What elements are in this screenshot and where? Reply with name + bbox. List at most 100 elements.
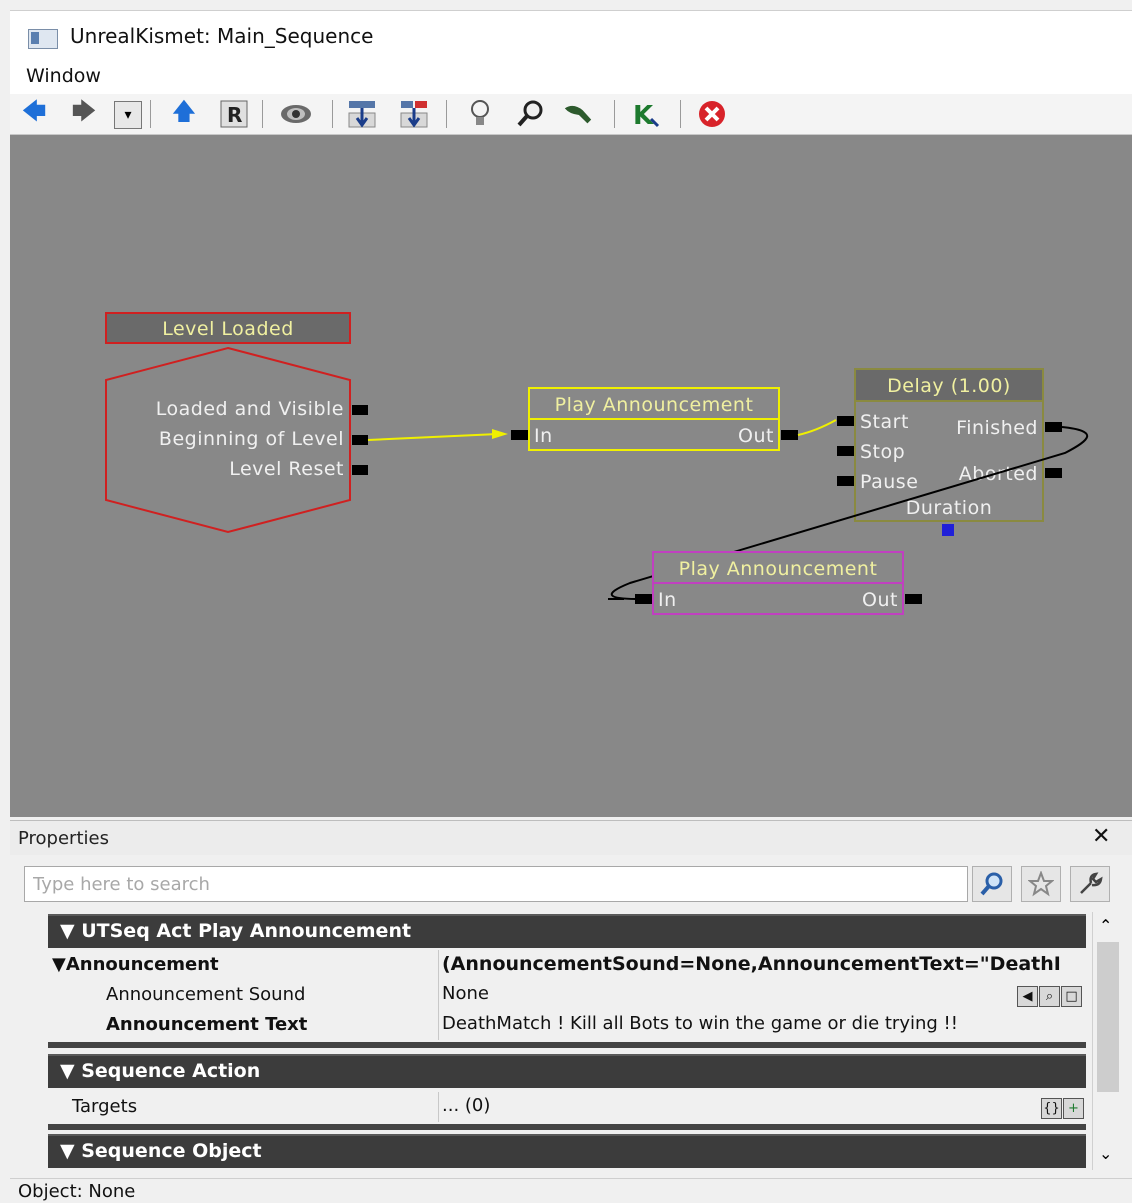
- output-connector[interactable]: [1045, 468, 1062, 478]
- toolbar-separator: [680, 100, 681, 128]
- use-selected-icon[interactable]: ◀: [1017, 986, 1038, 1007]
- property-name: Announcement Sound: [106, 984, 306, 1005]
- node-title: Play Announcement: [555, 394, 754, 416]
- category-footer: [48, 1124, 1086, 1130]
- kismet-canvas[interactable]: Level Loaded Loaded and Visible Beginnin…: [10, 135, 1132, 817]
- category-label: Sequence Object: [81, 1140, 262, 1162]
- toolbar: 🡄 🡆 ▾ 🡅 R K: [10, 94, 1132, 135]
- input-label: In: [534, 425, 553, 447]
- link-wire: [367, 433, 499, 441]
- up-arrow-icon[interactable]: 🡅: [168, 97, 200, 130]
- properties-title: Properties: [18, 828, 109, 849]
- close-red-icon[interactable]: [696, 98, 728, 130]
- input-connector[interactable]: [837, 476, 854, 486]
- input-connector[interactable]: [635, 594, 652, 604]
- input-label: Stop: [860, 441, 905, 463]
- clear-icon[interactable]: □: [1061, 986, 1082, 1007]
- input-connector[interactable]: [511, 430, 528, 440]
- output-label: Out: [738, 425, 774, 447]
- wrench-icon-button[interactable]: [1070, 866, 1110, 902]
- property-row[interactable]: Announcement Text DeathMatch ! Kill all …: [44, 1010, 1086, 1040]
- input-label: Start: [860, 411, 909, 433]
- output-connector[interactable]: [781, 430, 798, 440]
- output-connector[interactable]: [352, 465, 368, 475]
- close-icon[interactable]: ✕: [1092, 824, 1110, 849]
- root-sequence-icon[interactable]: R: [218, 98, 250, 130]
- category-footer: [48, 1042, 1086, 1048]
- property-name: Announcement Text: [106, 1014, 308, 1035]
- input-label: In: [658, 589, 677, 611]
- eye-icon[interactable]: [280, 98, 312, 130]
- property-row[interactable]: Announcement Sound None ◀ ⌕ □: [44, 980, 1086, 1010]
- add-item-icon[interactable]: +: [1063, 1098, 1084, 1119]
- variable-connector[interactable]: [942, 524, 954, 536]
- category-label: UTSeq Act Play Announcement: [81, 920, 412, 942]
- menu-bar: Window: [10, 60, 1132, 94]
- category-header[interactable]: ▼ Sequence Action: [48, 1054, 1086, 1088]
- lightbulb-icon[interactable]: [464, 98, 496, 130]
- play-announcement-node[interactable]: Play Announcement In Out: [635, 551, 922, 615]
- window-title-bar: UnrealKismet: Main_Sequence: [10, 10, 1132, 61]
- input-label: Pause: [860, 471, 918, 493]
- scroll-up-icon[interactable]: ⌃: [1099, 916, 1112, 935]
- input-connector[interactable]: [837, 416, 854, 426]
- svg-text:R: R: [227, 103, 242, 127]
- empty-array-icon[interactable]: {}: [1041, 1098, 1062, 1119]
- history-dropdown-button[interactable]: ▾: [114, 101, 142, 129]
- output-label: Loaded and Visible: [156, 398, 344, 420]
- scroll-down-icon[interactable]: ⌄: [1099, 1144, 1112, 1163]
- category-header[interactable]: ▼ UTSeq Act Play Announcement: [48, 914, 1086, 948]
- output-label: Level Reset: [229, 458, 344, 480]
- link-arrow: [492, 429, 508, 439]
- column-divider: [438, 980, 439, 1010]
- wrench-icon[interactable]: [562, 98, 594, 130]
- output-label: Beginning of Level: [159, 428, 344, 450]
- kismet-k-icon[interactable]: K: [630, 98, 662, 130]
- output-connector[interactable]: [1045, 422, 1062, 432]
- forward-arrow-icon[interactable]: 🡆: [68, 97, 100, 130]
- collapse-arrow-icon: ▼: [60, 920, 82, 942]
- open-parent-sequence-icon[interactable]: [346, 98, 378, 130]
- event-title: Level Loaded: [162, 318, 294, 340]
- scroll-thumb[interactable]: [1097, 942, 1119, 1092]
- window-app-icon: [28, 29, 58, 49]
- star-icon-button[interactable]: [1021, 866, 1061, 902]
- property-name: Targets: [72, 1096, 138, 1117]
- level-loaded-event-node[interactable]: Level Loaded Loaded and Visible Beginnin…: [105, 312, 368, 534]
- property-name: ▼Announcement: [52, 954, 219, 975]
- property-value: DeathMatch ! Kill all Bots to win the ga…: [442, 1013, 958, 1034]
- back-arrow-icon[interactable]: 🡄: [18, 97, 50, 130]
- property-row[interactable]: Targets ... (0) {} +: [44, 1092, 1086, 1122]
- browse-icon[interactable]: ⌕: [1039, 986, 1060, 1007]
- property-row[interactable]: ▼Announcement (AnnouncementSound=None,An…: [44, 950, 1086, 980]
- output-connector[interactable]: [905, 594, 922, 604]
- property-value: None: [442, 983, 489, 1004]
- play-announcement-node[interactable]: Play Announcement In Out: [511, 387, 798, 451]
- array-buttons: {} +: [1040, 1096, 1084, 1119]
- toolbar-separator: [614, 100, 615, 128]
- output-connector[interactable]: [352, 405, 368, 415]
- node-title: Play Announcement: [679, 558, 878, 580]
- column-divider: [438, 1092, 439, 1122]
- variable-label: Duration: [906, 497, 993, 519]
- search-icon[interactable]: [514, 98, 546, 130]
- category-label: Sequence Action: [81, 1060, 261, 1082]
- toolbar-separator: [332, 100, 333, 128]
- output-connector[interactable]: [352, 435, 368, 445]
- input-connector[interactable]: [837, 446, 854, 456]
- category-header[interactable]: ▼ Sequence Object: [48, 1134, 1086, 1168]
- kismet-graph: Level Loaded Loaded and Visible Beginnin…: [105, 312, 1089, 615]
- properties-header: Properties ✕: [10, 820, 1132, 855]
- status-text: Object: None: [18, 1181, 136, 1202]
- property-value: ... (0): [442, 1095, 491, 1116]
- column-divider: [438, 950, 439, 980]
- collapse-arrow-icon: ▼: [60, 1140, 82, 1162]
- open-sequence-icon[interactable]: [398, 98, 430, 130]
- scrollbar[interactable]: ⌃ ⌄: [1092, 912, 1123, 1170]
- search-icon-button[interactable]: [972, 866, 1012, 902]
- status-bar: Object: None: [10, 1178, 1132, 1203]
- link-wire: [797, 419, 837, 436]
- menu-item-window[interactable]: Window: [26, 65, 101, 87]
- window-title: UnrealKismet: Main_Sequence: [70, 24, 374, 48]
- search-input[interactable]: [24, 866, 968, 902]
